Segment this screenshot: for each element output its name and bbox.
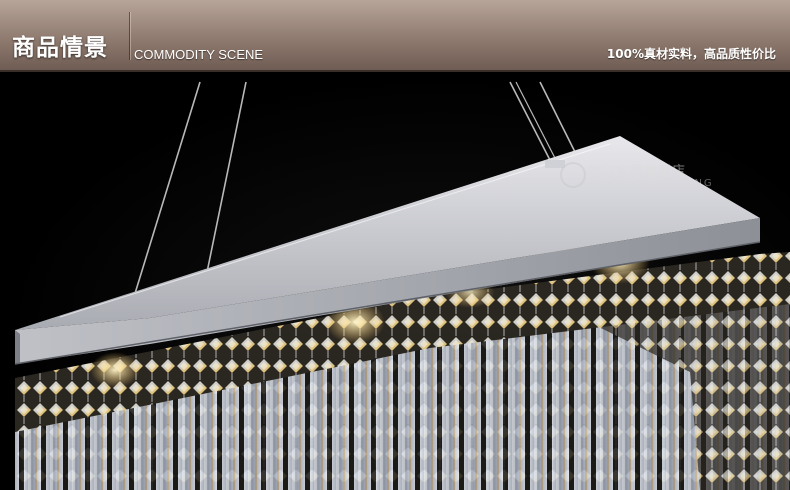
wire-left-2 (204, 81, 247, 283)
quality-slogan: 100%真材实料，高品质性价比 (606, 47, 776, 61)
store-logo-icon (560, 162, 586, 188)
product-photo: 乾心家居旗舰店 QIANXIN LIGHTING (0, 72, 790, 490)
watermark-brand-cn: 乾心家居旗舰店 (588, 164, 687, 179)
header-divider (129, 12, 130, 60)
wire-left (132, 81, 201, 301)
section-title-cn: 商品情景 (12, 35, 108, 61)
store-watermark: 乾心家居旗舰店 QIANXIN LIGHTING (560, 160, 720, 194)
watermark-brand-en: QIANXIN LIGHTING (588, 178, 714, 189)
section-title-en: COMMODITY SCENE (134, 47, 264, 62)
header-banner: 商品情景 COMMODITY SCENE 100%真材实料，高品质性价比 (0, 0, 790, 72)
chandelier-illustration (14, 81, 790, 490)
